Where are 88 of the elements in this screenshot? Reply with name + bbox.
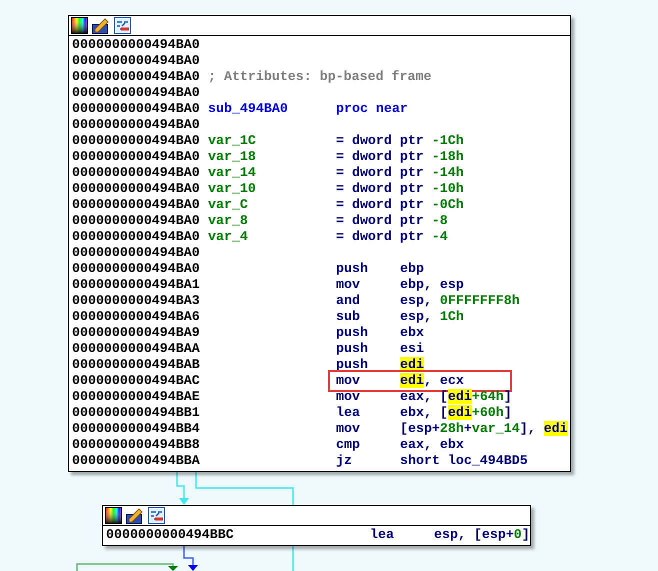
mnemonic-text: push	[336, 261, 369, 277]
graph-view-icon[interactable]	[148, 507, 165, 524]
operand-text: ebx, [edi+60h]	[400, 405, 512, 421]
code-block[interactable]	[68, 15, 571, 472]
operand-text: ebx	[400, 325, 424, 341]
address-text: 0000000000494BA0	[72, 149, 201, 165]
offset-value: -0Ch	[432, 197, 464, 213]
mnemonic-text: push	[336, 357, 369, 373]
pencil-icon[interactable]	[126, 507, 144, 524]
address-text: 0000000000494BA6	[72, 309, 201, 325]
operand-text: ebp	[400, 261, 424, 277]
definition-text: = dword ptr	[336, 149, 424, 165]
mnemonic-text: mov	[336, 277, 361, 293]
variable-label: var_14	[208, 165, 257, 181]
operand-text: ebp, esp	[400, 277, 464, 293]
definition-text: = dword ptr	[336, 197, 424, 213]
address-text: 0000000000494BA0	[72, 37, 201, 53]
operand-text: [esp+28h+var_14], edi	[400, 421, 568, 437]
address-text: 0000000000494BA0	[72, 165, 201, 181]
mnemonic-text: lea	[336, 405, 361, 421]
variable-label: var_8	[208, 213, 249, 229]
color-palette-icon[interactable]	[105, 507, 122, 524]
address-text: 0000000000494BA9	[72, 325, 201, 341]
address-text: 0000000000494BB8	[72, 437, 201, 453]
address-text: 0000000000494BBC	[106, 527, 235, 543]
address-text: 0000000000494BA0	[72, 85, 201, 101]
address-text: 0000000000494BB1	[72, 405, 201, 421]
address-text: 0000000000494BA1	[72, 277, 201, 293]
operand-text: short loc_494BD5	[400, 453, 528, 469]
mnemonic-text: push	[336, 325, 369, 341]
color-palette-icon[interactable]	[71, 17, 88, 34]
offset-value: -4	[432, 229, 448, 245]
address-text: 0000000000494BA0	[72, 101, 201, 117]
address-text: 0000000000494BAA	[72, 341, 201, 357]
mnemonic-text: and	[336, 293, 361, 309]
address-text: 0000000000494BB4	[72, 421, 201, 437]
address-text: 0000000000494BAB	[72, 357, 201, 373]
mnemonic-text: mov	[336, 373, 361, 389]
operand-text: eax, ebx	[400, 437, 464, 453]
mnemonic-text: mov	[336, 421, 361, 437]
address-text: 0000000000494BA0	[72, 53, 201, 69]
address-text: 0000000000494BBA	[72, 453, 201, 469]
address-text: 0000000000494BAC	[72, 373, 201, 389]
operand-text: esi	[400, 341, 424, 357]
definition-text: = dword ptr	[336, 213, 424, 229]
definition-text: = dword ptr	[336, 165, 424, 181]
flow-arrow	[176, 472, 189, 505]
address-text: 0000000000494BA0	[72, 229, 201, 245]
function-label: sub_494BA0	[208, 101, 289, 117]
definition-text: = dword ptr	[336, 229, 424, 245]
address-text: 0000000000494BA0	[72, 133, 201, 149]
offset-value: -8	[432, 213, 448, 229]
address-text: 0000000000494BA0	[72, 69, 201, 85]
address-text: 0000000000494BA0	[72, 213, 201, 229]
variable-label: var_4	[208, 229, 249, 245]
definition-text: = dword ptr	[336, 133, 424, 149]
offset-value: -18h	[432, 149, 464, 165]
mnemonic-text: jz	[336, 453, 353, 469]
definition-text: = dword ptr	[336, 181, 424, 197]
address-text: 0000000000494BA0	[72, 261, 201, 277]
address-text: 0000000000494BA0	[72, 117, 201, 133]
operand-text: esp, 1Ch	[400, 309, 464, 325]
graph-view-icon[interactable]	[114, 17, 131, 34]
address-text: 0000000000494BA0	[72, 181, 201, 197]
mnemonic-text: mov	[336, 389, 361, 405]
variable-label: var_10	[208, 181, 257, 197]
pencil-icon[interactable]	[92, 17, 110, 34]
mnemonic-text: lea	[370, 527, 395, 543]
mnemonic-text: sub	[336, 309, 361, 325]
operand-text: eax, [edi+64h]	[400, 389, 512, 405]
mnemonic-text: cmp	[336, 437, 361, 453]
directive-text: proc near	[336, 101, 408, 117]
offset-value: -1Ch	[432, 133, 464, 149]
address-text: 0000000000494BA3	[72, 293, 201, 309]
variable-label: var_1C	[208, 133, 257, 149]
address-text: 0000000000494BA0	[72, 245, 201, 261]
variable-label: var_C	[208, 197, 249, 213]
address-text: 0000000000494BAE	[72, 389, 201, 405]
offset-value: -14h	[432, 165, 464, 181]
offset-value: -10h	[432, 181, 464, 197]
address-text: 0000000000494BA0	[72, 197, 201, 213]
variable-label: var_18	[208, 149, 257, 165]
mnemonic-text: push	[336, 341, 369, 357]
code-block[interactable]: 0000000000494BBC lea esp, [esp+0]	[102, 505, 531, 546]
comment-text: ; Attributes: bp-based frame	[208, 69, 432, 85]
operand-text: esp, 0FFFFFFF8h	[400, 293, 520, 309]
operand-text: edi, ecx	[400, 373, 464, 389]
operand-text: esp, [esp+0]	[434, 527, 530, 543]
